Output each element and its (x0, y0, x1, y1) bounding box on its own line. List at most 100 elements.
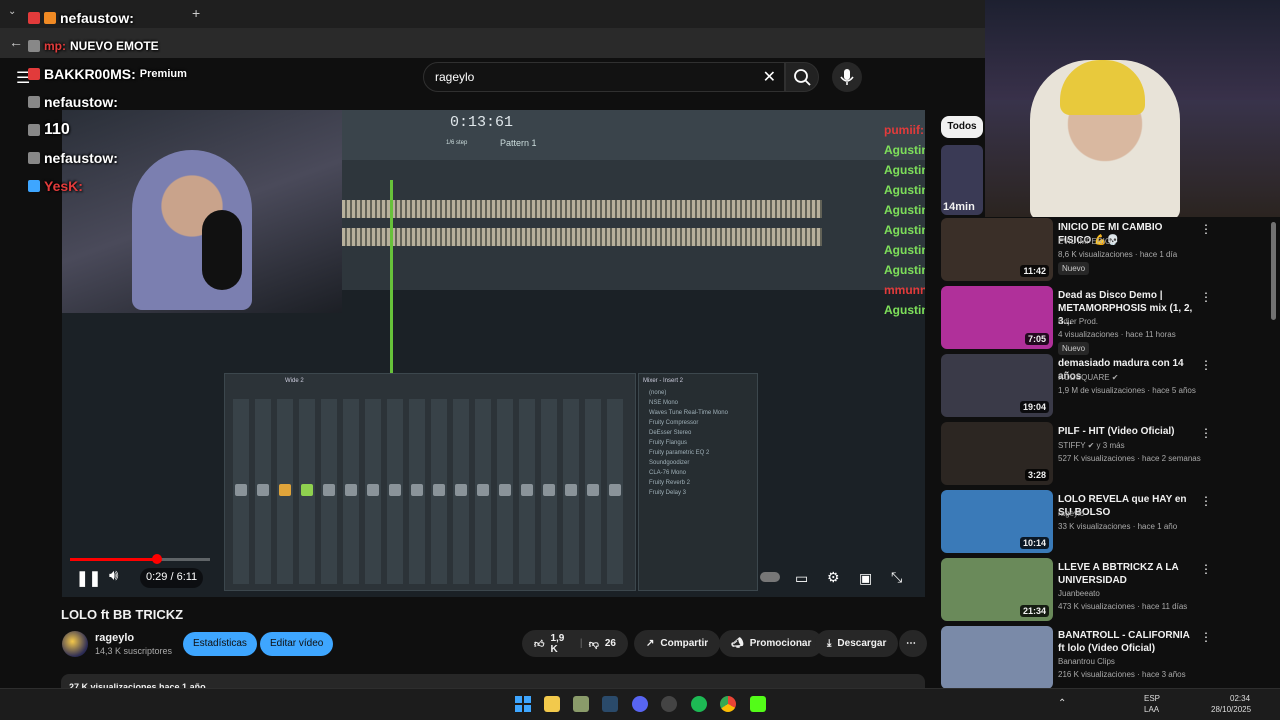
more-actions-button[interactable]: ⋯ (899, 630, 927, 657)
recommendation-item[interactable]: 3:28 PILF - HIT (Video Oficial) STIFFY ✔… (940, 422, 1270, 490)
windows-start-icon[interactable] (515, 696, 531, 712)
fx-slot[interactable]: Soundgoodizer (649, 460, 689, 466)
mixer-channel[interactable] (497, 399, 513, 584)
fx-slot[interactable]: Fruity Compressor (649, 420, 698, 426)
fx-slot[interactable]: DeEsser Stereo (649, 430, 691, 436)
fx-slot[interactable]: Fruity Reverb 2 (649, 480, 690, 486)
promote-button[interactable]: 📣︎ Promocionar (719, 630, 824, 657)
mixer-fader[interactable] (477, 484, 489, 496)
back-icon[interactable]: ← (9, 34, 23, 50)
mixer-channel[interactable] (233, 399, 249, 584)
mixer-channel[interactable] (321, 399, 337, 584)
mixer-channel[interactable] (563, 399, 579, 584)
mixer-channel[interactable] (409, 399, 425, 584)
dislike-icon[interactable]: 👎︎ (589, 638, 599, 650)
channel-name[interactable]: rageylo (95, 632, 134, 644)
pause-icon[interactable]: ❚❚ (76, 569, 101, 587)
mixer-fader[interactable] (235, 484, 247, 496)
voice-search-button[interactable] (832, 62, 862, 92)
file-explorer-icon[interactable] (544, 696, 560, 712)
clear-search-icon[interactable]: ✕ (763, 67, 776, 87)
video-thumbnail[interactable]: 3:28 (941, 422, 1053, 485)
mixer-fader[interactable] (301, 484, 313, 496)
channel-name[interactable]: Edjer Prod. (1058, 317, 1098, 326)
video-title[interactable]: PILF - HIT (Video Oficial) (1058, 425, 1198, 438)
mixer-channel[interactable] (387, 399, 403, 584)
clock-date[interactable]: 28/10/2025 (1211, 705, 1251, 714)
fx-slot[interactable]: Waves Tune Real-Time Mono (649, 410, 728, 416)
mixer-fader[interactable] (389, 484, 401, 496)
mixer-channel[interactable] (607, 399, 623, 584)
channel-name[interactable]: Juanbeeato (1058, 589, 1100, 598)
mixer-fader[interactable] (323, 484, 335, 496)
kick-icon[interactable] (750, 696, 766, 712)
mixer-channel[interactable] (519, 399, 535, 584)
edit-video-button[interactable]: Editar vídeo (260, 632, 334, 656)
live-thumbnail[interactable]: 14min (941, 145, 983, 215)
fx-slot[interactable]: (none) (649, 390, 666, 396)
tray-chevron-icon[interactable]: ⌃ (1058, 698, 1066, 709)
recommendation-item[interactable]: 10:14 LOLO REVELA que HAY en SU BOLSO ra… (940, 490, 1270, 558)
fullscreen-icon[interactable]: ⤡ (891, 569, 902, 586)
clock-time[interactable]: 02:34 (1230, 694, 1250, 703)
mixer-channel[interactable] (277, 399, 293, 584)
channel-name[interactable]: RODSQUARE ✔ (1058, 373, 1119, 382)
like-icon[interactable]: 👍︎ (534, 638, 544, 650)
dislike-count[interactable]: 26 (605, 638, 616, 649)
mixer-channel[interactable] (343, 399, 359, 584)
video-thumbnail[interactable]: 10:14 (941, 490, 1053, 553)
autoplay-toggle[interactable] (760, 572, 780, 582)
volume-icon[interactable]: 🔊︎ (109, 567, 118, 584)
fl-studio-icon[interactable] (573, 696, 589, 712)
mixer-fader[interactable] (279, 484, 291, 496)
mixer-fader[interactable] (367, 484, 379, 496)
video-title[interactable]: BANATROLL - CALIFORNIA ft lolo (Video Of… (1058, 629, 1198, 655)
recommendation-item[interactable]: 7:05 Dead as Disco Demo | METAMORPHOSIS … (940, 286, 1270, 355)
video-thumbnail[interactable]: 7:05 (941, 286, 1053, 349)
channel-name[interactable]: EVIL IMPERIO (1058, 237, 1111, 246)
video-thumbnail[interactable]: 11:42 (941, 218, 1053, 281)
miniplayer-icon[interactable]: ▣ (859, 570, 872, 587)
recommendation-item[interactable]: 21:34 LLEVE A BBTRICKZ A LA UNIVERSIDAD … (940, 558, 1270, 626)
video-thumbnail[interactable]: 21:34 (941, 558, 1053, 621)
mixer-fader[interactable] (565, 484, 577, 496)
app-icon[interactable] (661, 696, 677, 712)
more-options-icon[interactable]: ⋮ (1200, 358, 1212, 372)
like-count[interactable]: 1,9 K (550, 633, 573, 655)
recommendation-item[interactable]: 19:04 demasiado madura con 14 años RODSQ… (940, 354, 1270, 422)
mixer-fader[interactable] (609, 484, 621, 496)
tab-list-icon[interactable]: ⌄ (8, 6, 16, 17)
fx-slot[interactable]: Fruity Flangus (649, 440, 687, 446)
progress-scrubber[interactable] (152, 554, 162, 564)
channel-name[interactable]: STIFFY ✔ y 3 más (1058, 441, 1125, 450)
mixer-fader[interactable] (499, 484, 511, 496)
mixer-channel[interactable] (431, 399, 447, 584)
search-input[interactable]: rageylo ✕ (423, 62, 785, 92)
mixer-fader[interactable] (433, 484, 445, 496)
more-options-icon[interactable]: ⋮ (1200, 630, 1212, 644)
mixer-fader[interactable] (543, 484, 555, 496)
stats-button[interactable]: Estadísticas (183, 632, 257, 656)
mixer-fader[interactable] (587, 484, 599, 496)
fx-slot[interactable]: CLA-76 Mono (649, 470, 686, 476)
channel-name[interactable]: rageylo (1058, 509, 1084, 518)
mixer-fader[interactable] (257, 484, 269, 496)
search-button[interactable] (785, 62, 819, 92)
language-bottom[interactable]: LAA (1144, 705, 1159, 714)
recommendation-item[interactable]: BANATROLL - CALIFORNIA ft lolo (Video Of… (940, 626, 1270, 694)
sidebar-scrollbar[interactable] (1271, 222, 1276, 320)
chip-all[interactable]: Todos (941, 116, 983, 138)
discord-icon[interactable] (632, 696, 648, 712)
mixer-channel[interactable] (541, 399, 557, 584)
mixer-channel[interactable] (299, 399, 315, 584)
more-options-icon[interactable]: ⋮ (1200, 494, 1212, 508)
share-button[interactable]: ↗ Compartir (634, 630, 721, 657)
mixer-channel[interactable] (365, 399, 381, 584)
more-options-icon[interactable]: ⋮ (1200, 562, 1212, 576)
recommendation-item[interactable]: 11:42 INICIO DE MI CAMBIO FISICO 💪💀 EVIL… (940, 218, 1270, 286)
mixer-fader[interactable] (345, 484, 357, 496)
fx-slot[interactable]: NSE Mono (649, 400, 678, 406)
captions-icon[interactable]: ▭ (795, 570, 808, 587)
settings-icon[interactable]: ⚙ (827, 569, 840, 586)
more-options-icon[interactable]: ⋮ (1200, 222, 1212, 236)
